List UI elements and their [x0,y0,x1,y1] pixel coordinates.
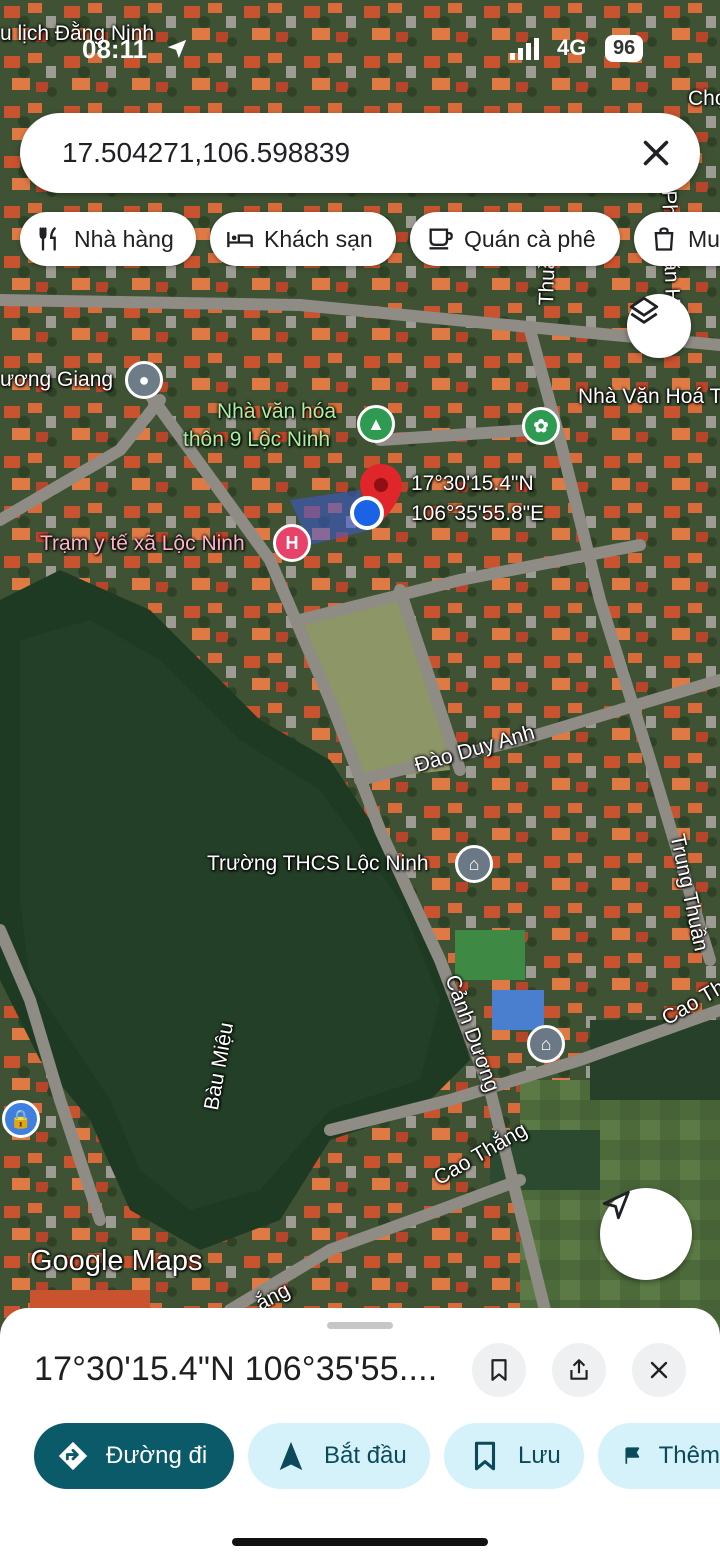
share-icon [570,1359,588,1380]
search-query[interactable]: 17.504271,106.598839 [62,137,350,169]
chip-label: Mu [688,225,720,252]
more-button[interactable]: Thêm [598,1423,720,1489]
save-label: Lưu [518,1442,561,1469]
bookmark-outline-icon [491,1359,507,1381]
flower-poi-icon[interactable]: ✿ [522,407,560,445]
navigation-arrow-outline-icon [602,1190,630,1220]
close-icon [650,1361,668,1379]
chip-cafes[interactable]: Quán cà phê [410,212,620,266]
search-bar[interactable]: 17.504271,106.598839 [20,113,700,193]
status-time: 08:11 [82,34,148,64]
location-arrow-icon [167,39,187,59]
park-tree-icon[interactable]: ▲ [357,405,395,443]
navigation-arrow-icon [279,1441,303,1471]
bookmark-icon [474,1441,496,1471]
share-button[interactable] [552,1343,606,1397]
directions-label: Đường đi [106,1442,208,1469]
map-label-culture-house: Nhà văn hóa [217,400,337,423]
clear-search-icon[interactable] [638,135,674,171]
chip-restaurants[interactable]: Nhà hàng [20,212,196,266]
my-location-dot [350,496,384,530]
place-title: 17°30'15.4"N 106°35'55.... [34,1350,438,1388]
map-label-culture-house-line2: thôn 9 Lộc Ninh [183,428,331,451]
save-button[interactable]: Lưu [444,1423,584,1489]
chip-label: Quán cà phê [464,225,596,252]
chip-label: Khách sạn [264,225,373,252]
chip-hotels[interactable]: Khách sạn [210,212,396,266]
shopping-lock-icon[interactable]: 🔒 [2,1100,40,1138]
recenter-button[interactable] [600,1188,692,1280]
hospital-icon[interactable]: H [273,524,311,562]
restaurant-icon [39,227,56,251]
status-bar: 08:11 4G 96 [0,0,720,100]
google-maps-watermark: Google Maps [30,1245,203,1277]
map-label-giang: ương Giang [0,368,114,391]
coffee-icon [429,228,453,250]
layers-icon [629,296,659,324]
school-icon-2[interactable]: ⌂ [527,1025,565,1063]
save-bookmark-button[interactable] [472,1343,526,1397]
layers-button[interactable] [627,294,691,358]
more-label: Thêm [658,1442,720,1469]
chip-label: Nhà hàng [74,225,174,252]
drag-handle[interactable] [327,1322,393,1329]
chip-shopping[interactable]: Mu [634,212,720,266]
home-indicator[interactable] [232,1538,488,1546]
pin-latitude-label: 17°30'15.4"N [411,472,534,495]
start-button[interactable]: Bắt đầu [248,1423,430,1489]
satellite-map[interactable]: u lịch Đằng Ninh Chợ ương Giang ● Nhà vă… [0,0,720,1330]
directions-button[interactable]: Đường đi [34,1423,234,1489]
directions-icon [58,1441,88,1471]
hotel-icon [227,232,253,248]
map-label-clinic: Trạm y tế xã Lộc Ninh [40,532,245,555]
map-label-culture-house-right: Nhà Văn Hoá T [578,385,720,408]
close-sheet-button[interactable] [632,1343,686,1397]
start-label: Bắt đầu [324,1442,407,1469]
map-label-school: Trường THCS Lộc Ninh [207,852,429,875]
battery-level: 96 [605,35,644,62]
map-imagery [0,0,720,1330]
network-type: 4G [557,35,587,60]
pin-longitude-label: 106°35'55.8"E [411,502,545,525]
shopping-bag-icon [654,227,674,251]
place-marker-icon[interactable]: ● [125,361,163,399]
flag-icon [625,1447,640,1464]
signal-bars-icon [510,38,539,60]
school-icon[interactable]: ⌂ [455,845,493,883]
